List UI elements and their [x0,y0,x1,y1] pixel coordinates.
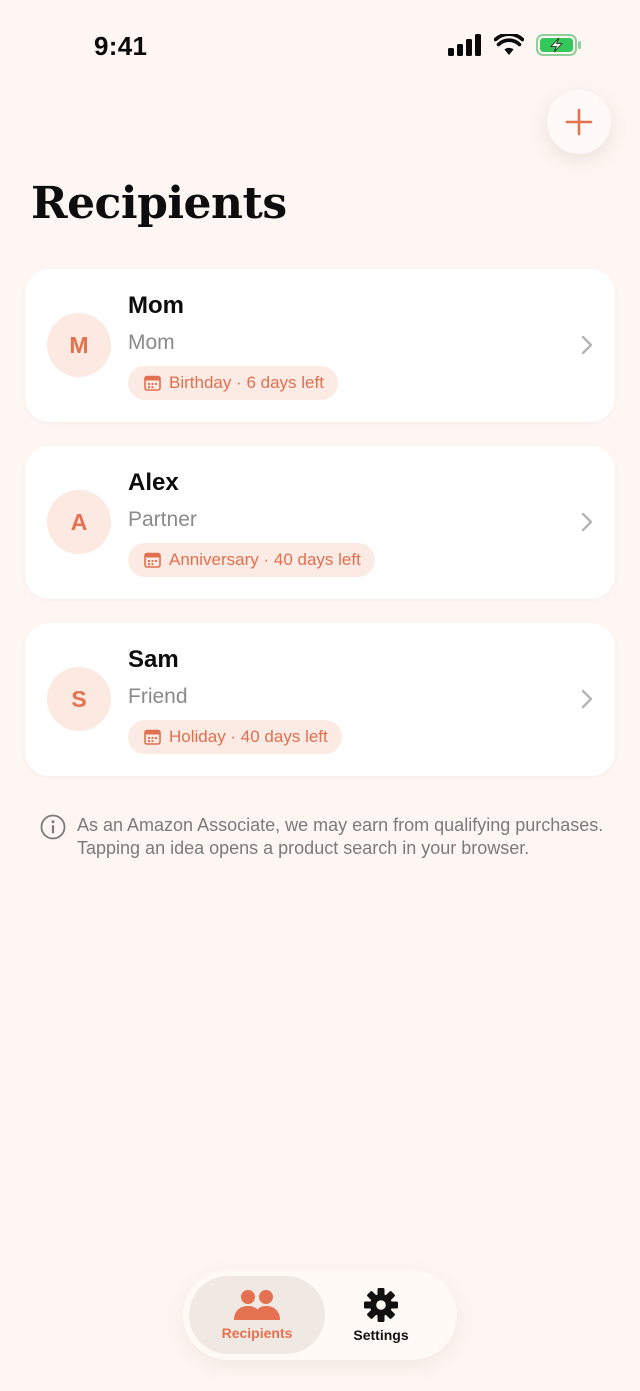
chevron-right-icon [581,512,593,532]
chevron-right-icon [581,335,593,355]
event-badge-label: Holiday · 40 days left [169,727,328,746]
info-icon [40,814,66,840]
tab-label: Settings [353,1327,409,1343]
recipient-relation: Partner [128,508,197,531]
calendar-icon [144,552,161,568]
add-recipient-button[interactable] [547,90,611,154]
recipient-relation: Mom [128,331,175,354]
cellular-signal-icon [448,34,481,56]
recipient-card-sam[interactable]: S Sam Friend Holiday · 40 days left [25,623,615,776]
event-badge-label: Birthday · 6 days left [169,373,324,392]
recipient-relation: Friend [128,685,188,708]
status-time: 9:41 [94,31,148,61]
gear-icon [364,1288,398,1322]
event-badge: Holiday · 40 days left [128,720,342,754]
recipient-name: Mom [128,292,184,319]
tab-recipients[interactable]: Recipients [189,1276,325,1354]
tab-bar: Recipients Settings [183,1270,457,1360]
recipient-name: Sam [128,646,179,673]
page-title: Recipients [31,178,287,229]
recipient-card-mom[interactable]: M Mom Mom Birthday · 6 days left [25,269,615,422]
recipient-card-alex[interactable]: A Alex Partner Anniversary · 40 days lef… [25,446,615,599]
chevron-right-icon [581,689,593,709]
avatar: M [47,313,111,377]
tab-settings[interactable]: Settings [321,1276,441,1354]
avatar: S [47,667,111,731]
affiliate-disclaimer: As an Amazon Associate, we may earn from… [40,814,610,860]
event-badge: Anniversary · 40 days left [128,543,375,577]
battery-charging-icon [536,34,581,56]
status-bar: 9:41 [0,0,640,92]
wifi-icon [494,34,524,55]
event-badge: Birthday · 6 days left [128,366,338,400]
calendar-icon [144,729,161,745]
event-badge-label: Anniversary · 40 days left [169,550,361,569]
status-icons [448,34,582,56]
calendar-icon [144,375,161,391]
tab-label: Recipients [221,1325,293,1341]
avatar: A [47,490,111,554]
plus-icon [565,108,593,136]
recipient-name: Alex [128,469,179,496]
disclaimer-text: As an Amazon Associate, we may earn from… [77,815,604,858]
people-icon [234,1290,280,1320]
